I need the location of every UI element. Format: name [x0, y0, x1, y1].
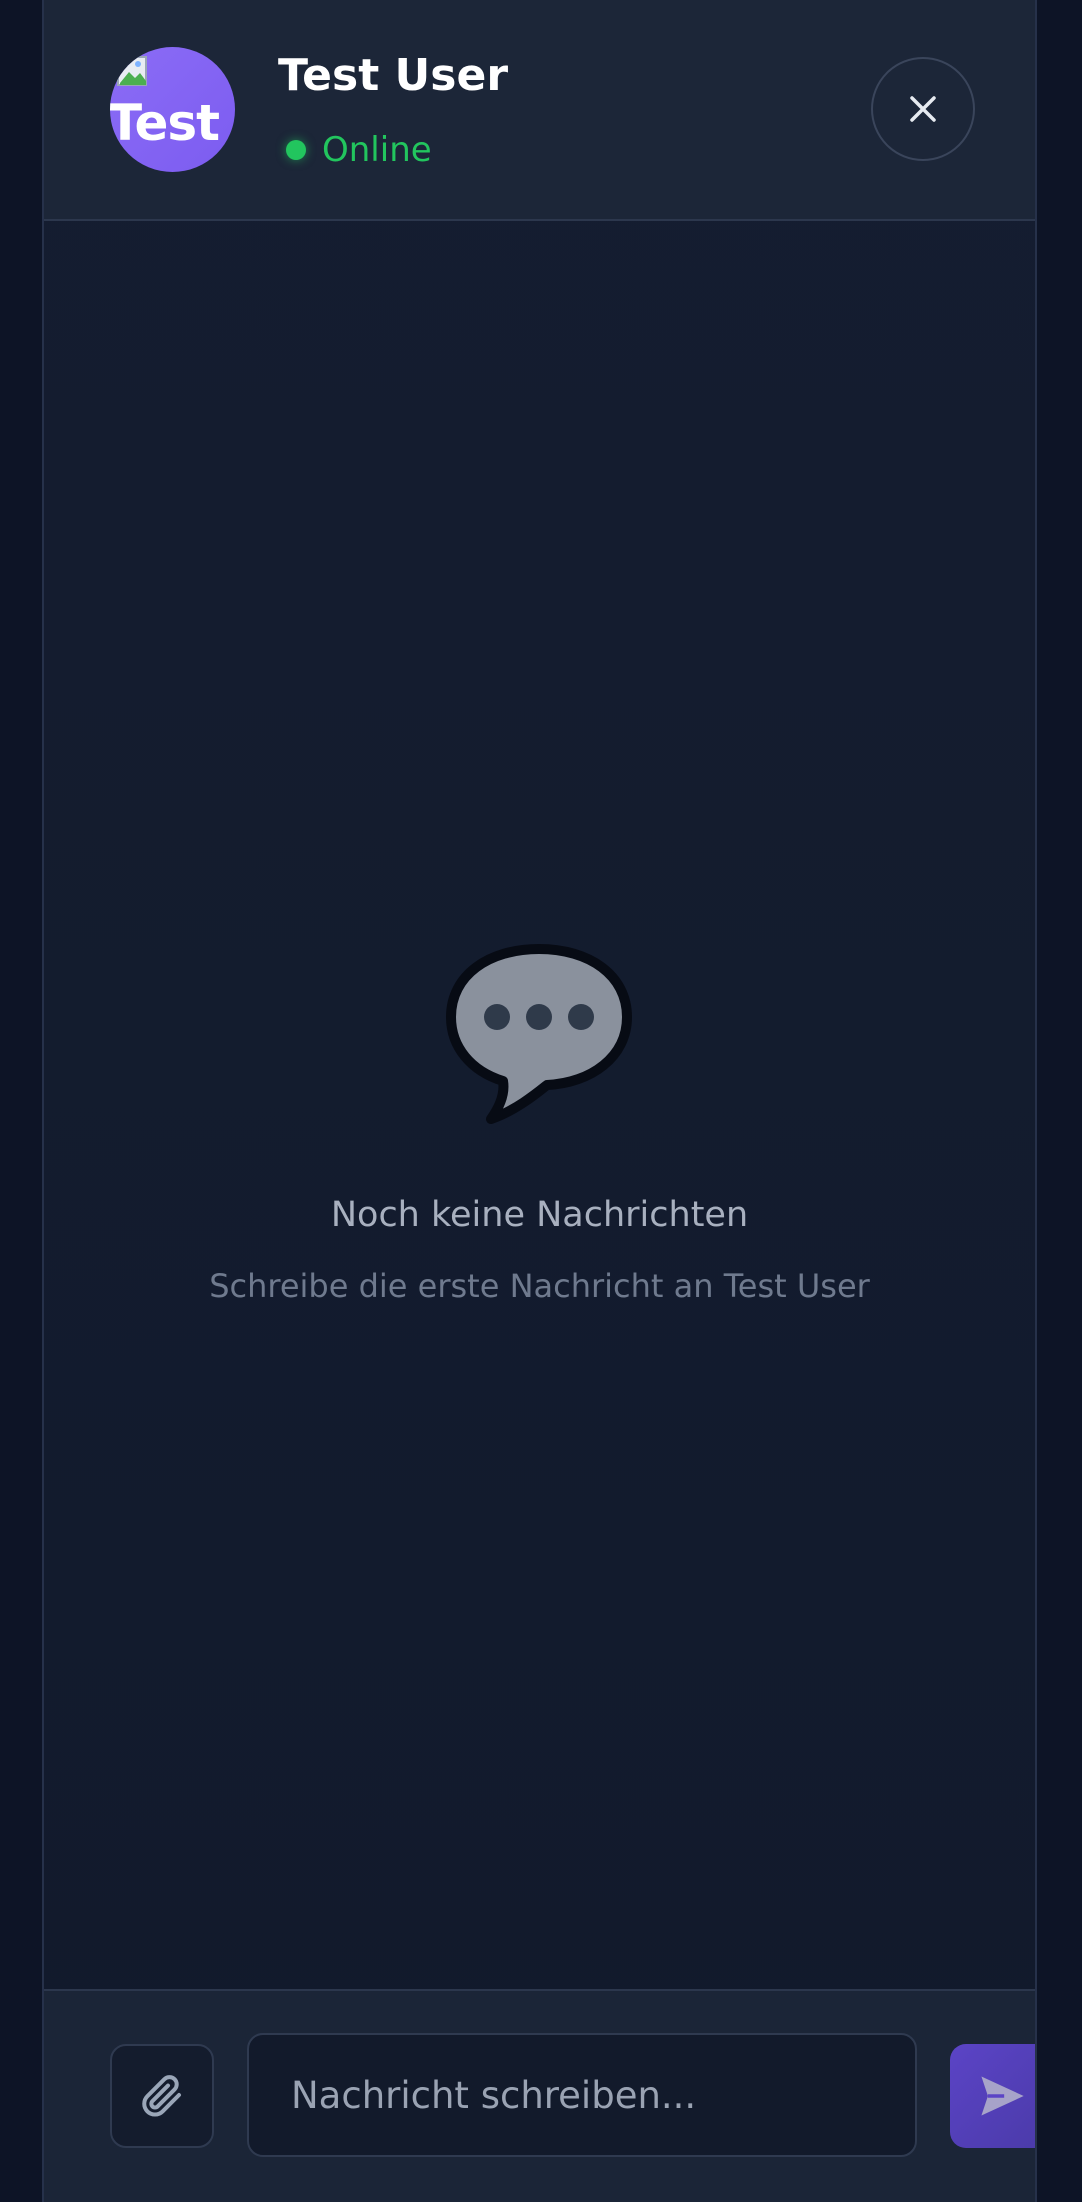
avatar[interactable]: Test	[110, 47, 235, 172]
online-dot-icon	[286, 140, 306, 160]
attach-button[interactable]	[110, 2044, 214, 2148]
message-composer	[44, 1989, 1035, 2202]
chat-header: Test Test User Online	[44, 0, 1035, 221]
speech-bubble-icon	[446, 944, 632, 1124]
contact-name: Test User	[278, 50, 509, 101]
avatar-alt-text: Test	[110, 94, 220, 152]
status-indicator: Online	[278, 128, 432, 172]
message-list: Noch keine Nachrichten Schreibe die erst…	[44, 221, 1035, 1989]
paperclip-icon	[142, 2075, 181, 2117]
send-button[interactable]	[950, 2044, 1035, 2148]
chat-panel: Test Test User Online Noch keine Nachric…	[42, 0, 1037, 2202]
send-icon	[981, 2076, 1024, 2116]
close-button[interactable]	[871, 57, 975, 161]
status-text: Online	[322, 130, 432, 170]
message-input[interactable]	[247, 2033, 917, 2157]
app-root: Test Test User Online Noch keine Nachric…	[0, 0, 1082, 2202]
broken-image-icon	[117, 56, 147, 86]
empty-state-title: Noch keine Nachrichten	[330, 1195, 749, 1235]
close-icon	[910, 96, 936, 122]
empty-state-subtitle: Schreibe die erste Nachricht an Test Use…	[209, 1267, 870, 1305]
